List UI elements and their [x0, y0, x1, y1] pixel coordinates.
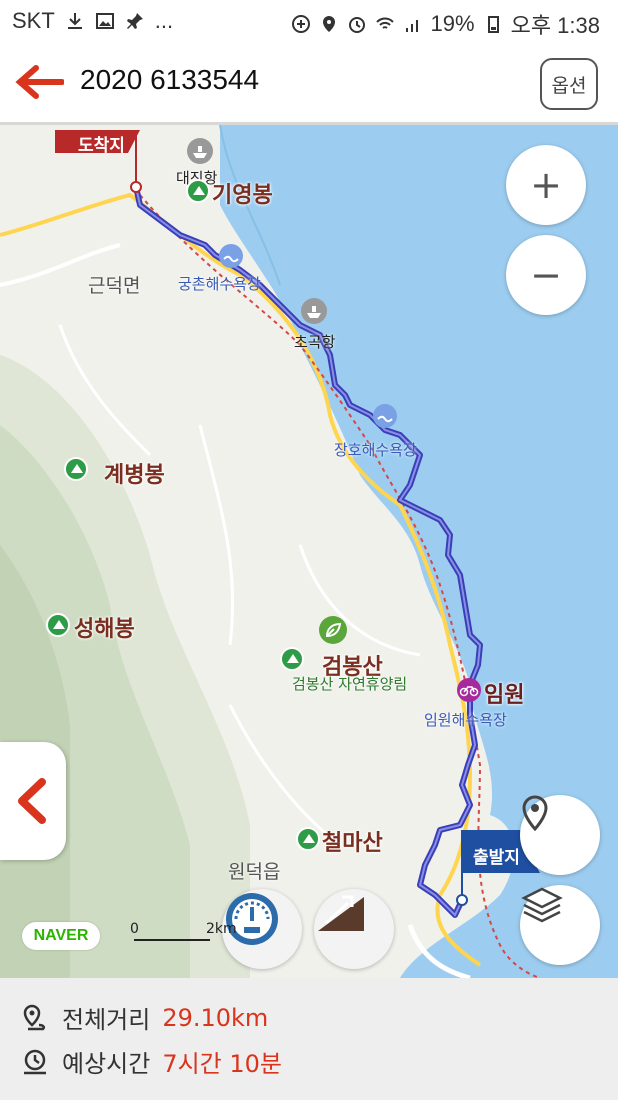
app-bar: 2020 6133544 옵션 — [0, 42, 618, 125]
beach-icon — [219, 244, 243, 268]
scale-bar: 0 2km — [130, 921, 237, 945]
time-value: 7시간 10분 — [162, 1050, 283, 1078]
ship-icon — [187, 138, 213, 164]
data-saver-icon — [291, 15, 310, 33]
time-estimate-icon — [24, 1049, 46, 1074]
download-icon — [67, 13, 82, 29]
departure-flag-label: 출발지 — [473, 848, 520, 868]
peak-label-cheolmasan: 철마산 — [322, 831, 383, 856]
status-bar: SKT ... 19% 오후 1:38 — [0, 0, 618, 42]
beach-label-jangho: 장호해수욕장 — [334, 441, 417, 459]
speedometer-icon — [226, 893, 278, 945]
signal-icon — [405, 20, 418, 32]
layers-icon — [521, 887, 563, 923]
mountain-icon — [296, 827, 320, 851]
side-panel-toggle[interactable] — [0, 742, 66, 860]
alarm-icon — [348, 17, 365, 33]
more-indicator: ... — [154, 8, 174, 33]
options-button[interactable]: 옵션 — [540, 58, 598, 110]
bicycle-icon — [457, 678, 481, 702]
zoom-out-button[interactable]: − — [506, 235, 586, 315]
pin-icon — [126, 13, 143, 29]
mountain-icon — [186, 179, 210, 203]
wifi-icon — [375, 17, 394, 29]
mountain-icon — [46, 613, 70, 637]
layers-button[interactable] — [520, 885, 600, 965]
chevron-left-icon — [18, 778, 46, 824]
leaf-icon — [319, 616, 347, 644]
my-location-button[interactable] — [520, 795, 600, 875]
carrier-label: SKT — [12, 8, 55, 33]
park-label: 검봉산 자연휴양림 — [292, 675, 408, 693]
battery-icon — [487, 16, 499, 33]
port-label-chogok: 초곡항 — [294, 333, 336, 351]
town-label-imwon: 임원 — [484, 683, 525, 708]
location-icon — [322, 16, 335, 32]
clock-time: 오후 1:38 — [510, 13, 600, 38]
distance-label: 전체거리 — [62, 1006, 151, 1034]
back-arrow-icon[interactable] — [14, 64, 64, 100]
mountain-icon — [280, 647, 304, 671]
peak-label-seonghaebong: 성해봉 — [74, 617, 135, 642]
mountain-icon — [64, 457, 88, 481]
town-label-wondeok: 원덕읍 — [228, 861, 281, 883]
beach-icon — [373, 404, 397, 428]
zoom-in-button[interactable]: + — [506, 145, 586, 225]
ship-icon — [301, 298, 327, 324]
beach-label-gungchon: 궁촌해수욕장 — [178, 275, 261, 293]
distance-value: 29.10km — [162, 1003, 269, 1032]
route-distance-icon — [23, 1004, 46, 1030]
beach-label-imwon: 임원해수욕장 — [424, 711, 507, 729]
route-summary: 전체거리 29.10km 예상시간 7시간 10분 — [0, 978, 618, 1100]
battery-percent: 19% — [430, 11, 475, 36]
naver-logo: NAVER — [22, 922, 100, 950]
arrival-flag-label: 도착지 — [78, 136, 125, 156]
map-view[interactable]: 도착지 출발지 대진항 초곡항 궁촌해수욕장 장호해수욕장 임원해수욕장 기영봉… — [0, 125, 618, 978]
slope-icon — [318, 895, 364, 931]
map-pin-icon — [522, 795, 548, 831]
route-title: 2020 6133544 — [80, 64, 260, 95]
elevation-button[interactable] — [314, 889, 394, 969]
town-label-geundeok: 근덕면 — [88, 275, 141, 297]
peak-label-gyebyeongbong: 계병봉 — [104, 463, 165, 488]
peak-label-giyeongbong: 기영봉 — [212, 183, 273, 208]
image-icon — [95, 13, 114, 29]
time-label: 예상시간 — [62, 1050, 151, 1078]
